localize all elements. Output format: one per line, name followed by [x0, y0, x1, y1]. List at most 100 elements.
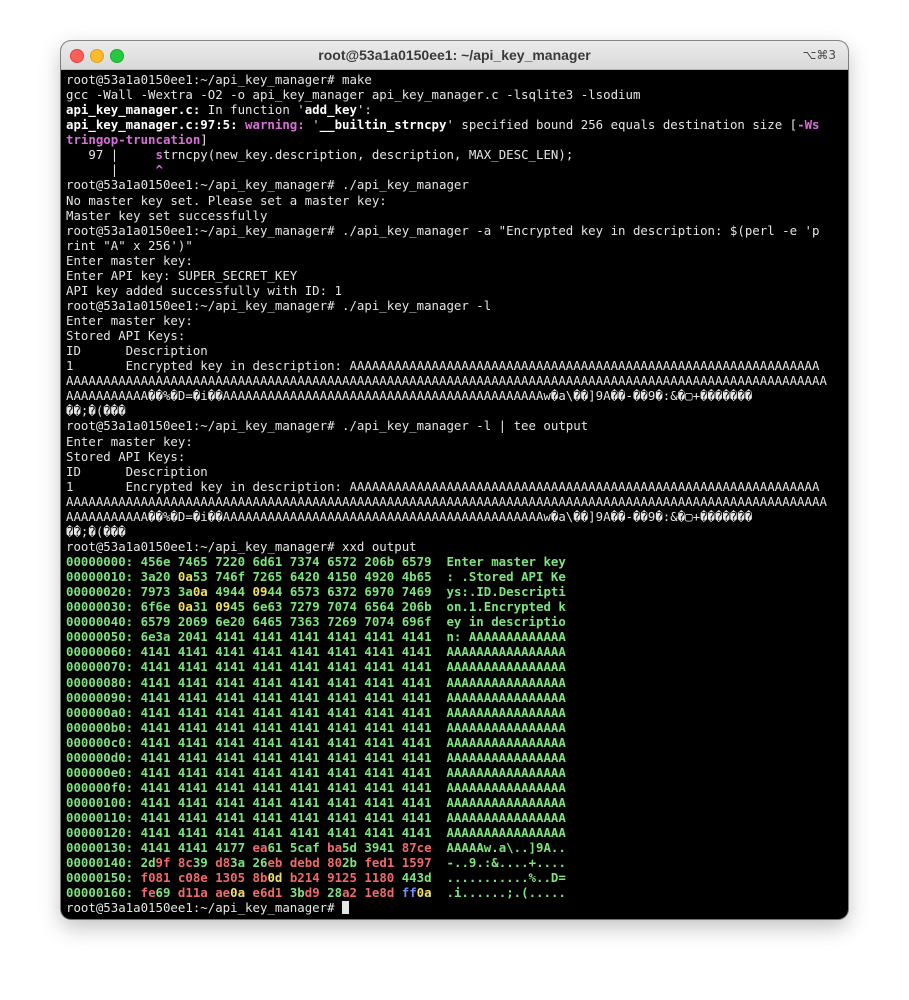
terminal-line: 00000140: 2d9f 8c39 d83a 26eb debd 802b …: [66, 855, 844, 870]
terminal-line: 000000e0: 4141 4141 4141 4141 4141 4141 …: [66, 765, 844, 780]
terminal-line: 00000160: fe69 d11a ae0a e6d1 3bd9 28a2 …: [66, 885, 844, 900]
terminal-line: root@53a1a0150ee1:~/api_key_manager# ./a…: [66, 298, 844, 313]
terminal-line: 00000040: 6579 2069 6e20 6465 7363 7269 …: [66, 614, 844, 629]
terminal-text-segment: n: AAAAAAAAAAAAA: [446, 629, 566, 645]
terminal-line: 00000090: 4141 4141 4141 4141 4141 4141 …: [66, 690, 844, 705]
terminal-text-segment: Enter master key:: [66, 313, 193, 328]
terminal-text-segment: d8: [215, 855, 231, 871]
terminal-text-segment: |: [66, 162, 156, 178]
terminal-text-segment: 4141 4141 4141 4141 4141 4141 4141 4141: [140, 719, 432, 735]
terminal-line: 00000110: 4141 4141 4141 4141 4141 4141 …: [66, 810, 844, 825]
terminal-text-segment: -..9.:&....+....: [446, 855, 566, 871]
terminal-text-segment: 000000e0:: [66, 764, 141, 780]
terminal-text-segment: ' specified bound 256 equals destination…: [446, 117, 798, 133]
terminal-text-segment: Enter master key:: [66, 433, 193, 449]
terminal-text-segment: 00000070:: [66, 659, 141, 675]
terminal-text-segment: AAAAAAAAAAAAAAAA: [446, 810, 566, 826]
terminal-line: Stored API Keys:: [66, 328, 844, 343]
terminal-text-segment: AAAAAAAAAAAAAAAA: [446, 689, 566, 705]
terminal-text-segment: 1597: [401, 855, 432, 871]
terminal-text-segment: f081 c08e 1305 8b: [140, 870, 268, 886]
terminal-text-segment: 0a: [177, 569, 193, 585]
terminal-line: root@53a1a0150ee1:~/api_key_manager# mak…: [66, 72, 844, 87]
terminal-line: Enter master key:: [66, 253, 844, 268]
window-title: root@53a1a0150ee1: ~/api_key_manager: [318, 47, 591, 63]
terminal-line: 00000100: 4141 4141 4141 4141 4141 4141 …: [66, 795, 844, 810]
window-shortcut-label: ⌥⌘3: [802, 48, 836, 62]
terminal-text-segment: AAAAAAAAAAAAAAAA: [446, 704, 566, 720]
terminal-text-segment: Stored API Keys:: [66, 448, 186, 464]
terminal-line: ID Description: [66, 343, 844, 358]
terminal-text-segment: 00000150:: [66, 870, 141, 886]
terminal-output[interactable]: root@53a1a0150ee1:~/api_key_manager# mak…: [66, 72, 844, 919]
terminal-text-segment: 443d: [401, 870, 432, 886]
terminal-text-segment: 00000140:: [66, 855, 141, 871]
terminal-text-segment: ^: [155, 162, 163, 178]
terminal-text-segment: 000000d0:: [66, 749, 141, 765]
terminal-text-segment: 4141 4141 4141 4141 4141 4141 4141 4141: [140, 764, 432, 780]
terminal-text-segment: 0a: [177, 599, 193, 615]
terminal-text-segment: AAAAAAAAAAAAAAAA: [446, 644, 566, 660]
terminal-text-segment: 6579 2069 6e20 6465 7363 7269 7074 696f: [140, 614, 432, 630]
terminal-text-segment: 000000f0:: [66, 779, 141, 795]
terminal-text-segment: 00000010:: [66, 569, 141, 585]
terminal-line: 00000000: 456e 7465 7220 6d61 7374 6572 …: [66, 554, 844, 569]
terminal-line: 000000a0: 4141 4141 4141 4141 4141 4141 …: [66, 705, 844, 720]
prompt-line[interactable]: root@53a1a0150ee1:~/api_key_manager#: [66, 900, 844, 915]
terminal-text-segment: 09: [215, 599, 231, 615]
terminal-text-segment: AAAAAAAAAAA��%�D=�i��AAAAAAAAAAAAAAAAAAA…: [66, 388, 753, 404]
terminal-text-segment: fe: [140, 885, 156, 901]
terminal-line: 000000b0: 4141 4141 4141 4141 4141 4141 …: [66, 720, 844, 735]
terminal-text-segment: rint "A" x 256')": [66, 237, 193, 253]
terminal-text-segment: s: [155, 147, 163, 163]
terminal-text-segment: 00000040:: [66, 614, 141, 630]
terminal-text-segment: 44 6573 6372 6970 7469: [267, 584, 432, 600]
terminal-text-segment: 28: [327, 885, 343, 901]
terminal-text-segment: 4141 4141 4141 4141 4141 4141 4141 4141: [140, 825, 432, 841]
terminal-text-segment: 4141 4141 4141 4141 4141 4141 4141 4141: [140, 644, 432, 660]
terminal-line: Enter master key:: [66, 434, 844, 449]
terminal-text-segment: ��;�(���: [66, 403, 126, 419]
terminal-text-segment: AAAAAAAAAAAAAAAA: [446, 734, 566, 750]
terminal-text-segment: ea: [252, 840, 268, 856]
terminal-text-segment: Master key set successfully: [66, 207, 268, 223]
terminal-text-segment: ID Description: [66, 463, 208, 479]
terminal-text-segment: root@53a1a0150ee1:~/api_key_manager# ./a…: [66, 418, 589, 434]
terminal-line: 1 Encrypted key in description: AAAAAAAA…: [66, 358, 844, 373]
terminal-text-segment: root@53a1a0150ee1:~/api_key_manager# ./a…: [66, 297, 492, 313]
terminal-line: ��;�(���: [66, 403, 844, 418]
terminal-text-segment: 00000120:: [66, 825, 141, 841]
terminal-text-segment: .i......;.(.....: [446, 885, 566, 901]
terminal-line: Stored API Keys:: [66, 449, 844, 464]
terminal-text-segment: 6e3a 2041 4141 4141 4141 4141 4141 4141: [140, 629, 432, 645]
terminal-text-segment: 97 |: [66, 147, 156, 163]
terminal-text-segment: d11a ae: [177, 885, 231, 901]
terminal-line: tringop-truncation]: [66, 132, 844, 147]
terminal-text-segment: 000000c0:: [66, 734, 141, 750]
terminal-text-segment: 9f: [155, 855, 178, 871]
terminal-text-segment: 69: [155, 885, 178, 901]
terminal-text-segment: 3b: [289, 885, 305, 901]
terminal-text-segment: 00000080:: [66, 674, 141, 690]
terminal-line: 00000010: 3a20 0a53 746f 7265 6420 4150 …: [66, 569, 844, 584]
terminal-text-segment: 4141 4141 4141 4141 4141 4141 4141 4141: [140, 795, 432, 810]
terminal-text-segment: trncpy(new_key.description, description,…: [163, 147, 574, 163]
terminal-text-segment: 00000160:: [66, 885, 141, 901]
terminal-text-segment: AAAAAAAAAAAAAAAA: [446, 674, 566, 690]
terminal-text-segment: AAAAAAAAAAAAAAAA: [446, 749, 566, 765]
terminal-text-segment: 5d 3941: [342, 840, 402, 856]
terminal-line: ��;�(���: [66, 524, 844, 539]
